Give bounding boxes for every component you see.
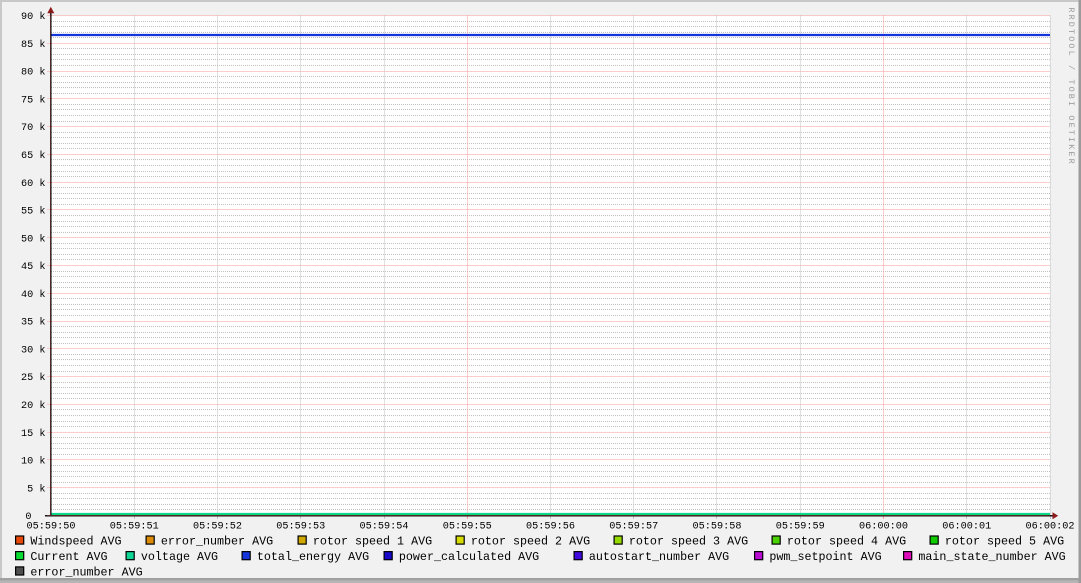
- svg-text:rotor speed 5 AVG: rotor speed 5 AVG: [945, 534, 1064, 548]
- svg-text:40 k: 40 k: [21, 289, 45, 301]
- svg-text:55 k: 55 k: [21, 206, 45, 218]
- svg-text:15 k: 15 k: [21, 428, 45, 440]
- svg-text:rotor speed 1 AVG: rotor speed 1 AVG: [313, 534, 432, 548]
- svg-text:10 k: 10 k: [21, 456, 45, 468]
- svg-text:05:59:56: 05:59:56: [526, 522, 575, 533]
- svg-text:error_number AVG: error_number AVG: [161, 534, 273, 548]
- svg-text:60 k: 60 k: [21, 178, 45, 190]
- svg-text:50 k: 50 k: [21, 233, 45, 245]
- svg-text:06:00:01: 06:00:01: [942, 522, 991, 533]
- svg-text:80 k: 80 k: [21, 67, 45, 79]
- svg-text:05:59:58: 05:59:58: [693, 522, 742, 533]
- svg-text:25 k: 25 k: [21, 372, 45, 384]
- svg-text:30 k: 30 k: [21, 344, 45, 356]
- svg-text:05:59:59: 05:59:59: [776, 522, 825, 533]
- svg-text:20 k: 20 k: [21, 400, 45, 412]
- svg-text:65 k: 65 k: [21, 150, 45, 162]
- svg-text:autostart_number AVG: autostart_number AVG: [589, 550, 729, 564]
- svg-text:Current AVG: Current AVG: [30, 550, 107, 564]
- svg-text:error_number AVG: error_number AVG: [30, 565, 142, 579]
- svg-text:45 k: 45 k: [21, 261, 45, 273]
- svg-text:05:59:57: 05:59:57: [609, 522, 658, 533]
- svg-text:rotor speed 3 AVG: rotor speed 3 AVG: [629, 534, 748, 548]
- svg-text:pwm_setpoint AVG: pwm_setpoint AVG: [769, 550, 881, 564]
- svg-text:05:59:50: 05:59:50: [27, 522, 76, 533]
- svg-text:05:59:53: 05:59:53: [276, 522, 325, 533]
- svg-text:Windspeed AVG: Windspeed AVG: [30, 534, 121, 548]
- svg-text:90 k: 90 k: [21, 11, 45, 23]
- svg-text:rotor speed 2 AVG: rotor speed 2 AVG: [471, 534, 590, 548]
- svg-text:rotor speed 4 AVG: rotor speed 4 AVG: [787, 534, 906, 548]
- svg-text:05:59:51: 05:59:51: [110, 522, 159, 533]
- svg-text:35 k: 35 k: [21, 317, 45, 329]
- svg-text:75 k: 75 k: [21, 94, 45, 106]
- svg-text:RRDTOOL / TOBI OETIKER: RRDTOOL / TOBI OETIKER: [1066, 7, 1076, 165]
- svg-text:06:00:02: 06:00:02: [1026, 522, 1075, 533]
- svg-text:70 k: 70 k: [21, 122, 45, 134]
- svg-text:06:00:00: 06:00:00: [859, 522, 908, 533]
- svg-text:05:59:54: 05:59:54: [360, 522, 409, 533]
- svg-text:85 k: 85 k: [21, 39, 45, 51]
- svg-text:main_state_number AVG: main_state_number AVG: [918, 550, 1065, 564]
- svg-text:total_energy AVG: total_energy AVG: [257, 550, 369, 564]
- svg-text:voltage AVG: voltage AVG: [141, 550, 218, 564]
- svg-text:power_calculated AVG: power_calculated AVG: [399, 550, 539, 564]
- svg-text:05:59:55: 05:59:55: [443, 522, 492, 533]
- svg-text:05:59:52: 05:59:52: [193, 522, 242, 533]
- svg-text:5 k: 5 k: [27, 483, 45, 495]
